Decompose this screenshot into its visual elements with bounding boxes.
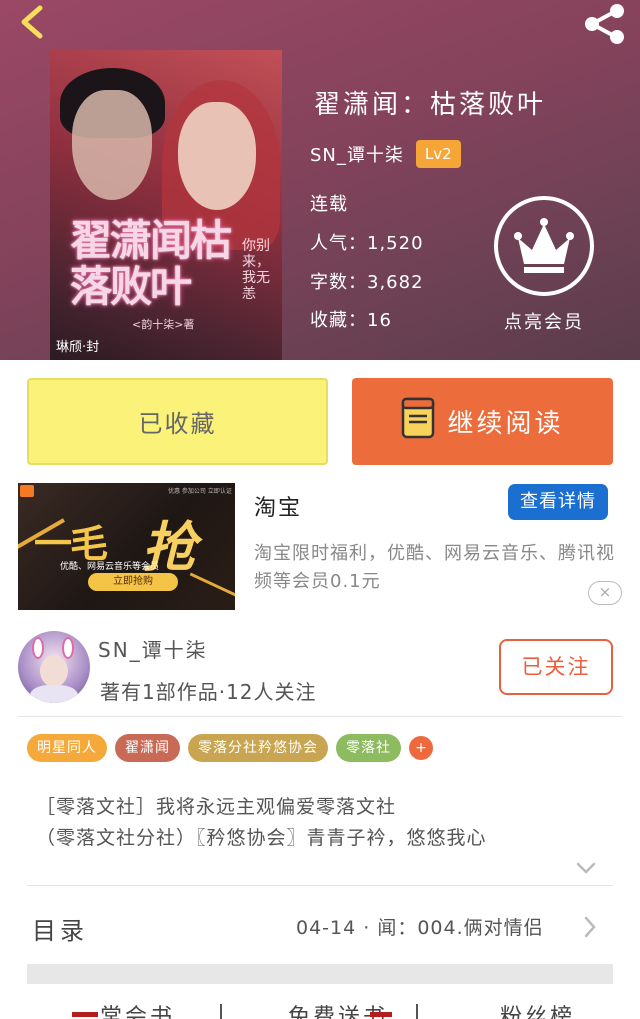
avatar-body bbox=[30, 685, 78, 703]
ad-description: 淘宝限时福利，优酷、网易云音乐、腾讯视频等会员0.1元 bbox=[254, 543, 615, 592]
cover-side-text: 你别来，我无恙 bbox=[242, 238, 270, 302]
book-title: 翟潇闻：枯落败叶 bbox=[314, 90, 547, 120]
author-name[interactable]: SN_谭十柒 bbox=[310, 141, 404, 167]
vip-label[interactable]: 点亮会员 bbox=[504, 308, 584, 334]
author-avatar[interactable] bbox=[18, 631, 90, 703]
ad-ribbon bbox=[189, 572, 235, 597]
book-icon bbox=[401, 397, 435, 446]
favorited-label: 已收藏 bbox=[138, 410, 217, 438]
continue-reading-button[interactable]: 继续阅读 bbox=[352, 378, 613, 465]
continue-label: 继续阅读 bbox=[447, 409, 564, 439]
cover-figure-face-2 bbox=[178, 102, 256, 210]
taobao-logo bbox=[20, 485, 34, 497]
words-label: 字数： bbox=[310, 272, 367, 293]
tag-list: 明星同人 翟潇闻 零落分社矜悠协会 零落社 + bbox=[27, 734, 433, 762]
share-icon[interactable] bbox=[580, 2, 630, 46]
favorited-button[interactable]: 已收藏 bbox=[27, 378, 328, 465]
popularity-value: 1,520 bbox=[367, 233, 424, 254]
words-value: 3,682 bbox=[367, 272, 424, 293]
latest-chapter-link[interactable]: 04-14 · 闻：004.俩对情侣 bbox=[296, 913, 544, 940]
ad-subtitle: 优酷、网易云音乐等会员 bbox=[60, 562, 160, 572]
popularity-label: 人气： bbox=[310, 233, 367, 254]
avatar-ear bbox=[62, 637, 74, 659]
cover-pen-name: <韵十柒>著 bbox=[132, 318, 195, 331]
author-card-stats: 著有1部作品·12人关注 bbox=[100, 680, 317, 704]
avatar-face bbox=[40, 655, 68, 687]
back-arrow-icon[interactable] bbox=[14, 2, 54, 42]
cover-figure-face bbox=[72, 90, 152, 200]
tab-separator bbox=[220, 1004, 222, 1019]
favorites-stat: 收藏：16 bbox=[310, 306, 392, 332]
section-separator bbox=[27, 964, 613, 984]
word-count-stat: 字数：3,682 bbox=[310, 268, 424, 294]
book-cover[interactable]: 翟潇闻枯落败叶 你别来，我无恙 <韵十柒>著 琳颀·封 bbox=[50, 50, 282, 360]
ad-banner-image[interactable]: 优惠 参加公司 立即认证 一毛 抢 优酷、网易云音乐等会员 立即抢购 bbox=[18, 483, 235, 610]
followed-button[interactable]: 已关注 bbox=[499, 639, 613, 695]
tab-item[interactable]: 粉丝榜 bbox=[500, 1002, 610, 1019]
favorites-value: 16 bbox=[367, 310, 392, 331]
cover-credit: 琳颀·封 bbox=[56, 340, 100, 355]
ad-top-note: 优惠 参加公司 立即认证 bbox=[168, 488, 232, 495]
toc-label[interactable]: 目录 bbox=[32, 911, 88, 946]
view-details-button[interactable]: 查看详情 bbox=[508, 484, 608, 520]
tab-indicator bbox=[370, 1012, 392, 1017]
serial-status: 连载 bbox=[310, 194, 348, 215]
summary-line: ［零落文社］我将永远主观偏爱零落文社 bbox=[36, 796, 397, 818]
chevron-right-icon[interactable] bbox=[584, 916, 596, 938]
ad-title: 淘宝 bbox=[254, 496, 303, 521]
divider bbox=[27, 885, 613, 886]
tab-indicator bbox=[72, 1012, 98, 1017]
tag-item[interactable]: 零落分社矜悠协会 bbox=[188, 734, 328, 762]
chevron-down-icon[interactable] bbox=[576, 860, 596, 874]
tab-item[interactable]: 常会书 bbox=[100, 1002, 210, 1019]
cover-title: 翟潇闻枯落败叶 bbox=[70, 216, 232, 311]
tab-separator bbox=[416, 1004, 418, 1019]
ad-close-icon[interactable]: × bbox=[588, 581, 622, 605]
tag-item[interactable]: 翟潇闻 bbox=[115, 734, 180, 762]
tag-item[interactable]: 零落社 bbox=[336, 734, 401, 762]
favorites-label: 收藏： bbox=[310, 310, 367, 331]
author-row: SN_谭十柒 Lv2 bbox=[310, 140, 461, 168]
crown-icon bbox=[514, 218, 574, 273]
more-tags-button[interactable]: + bbox=[409, 736, 433, 760]
author-card-name[interactable]: SN_谭十柒 bbox=[98, 634, 208, 663]
tag-item[interactable]: 明星同人 bbox=[27, 734, 107, 762]
popularity-stat: 人气：1,520 bbox=[310, 229, 424, 255]
book-summary[interactable]: ［零落文社］我将永远主观偏爱零落文社 （零落文社分社）〖矜悠协会〗青青子衿，悠悠… bbox=[36, 792, 616, 854]
vip-crown-button[interactable] bbox=[494, 196, 594, 296]
summary-line: （零落文社分社）〖矜悠协会〗青青子衿，悠悠我心 bbox=[36, 827, 487, 849]
avatar-ear bbox=[32, 637, 44, 659]
level-badge: Lv2 bbox=[415, 140, 461, 168]
book-header: 翟潇闻枯落败叶 你别来，我无恙 <韵十柒>著 琳颀·封 翟潇闻：枯落败叶 SN_… bbox=[0, 0, 640, 360]
ad-buy-button[interactable]: 立即抢购 bbox=[88, 573, 178, 591]
divider bbox=[18, 716, 622, 717]
